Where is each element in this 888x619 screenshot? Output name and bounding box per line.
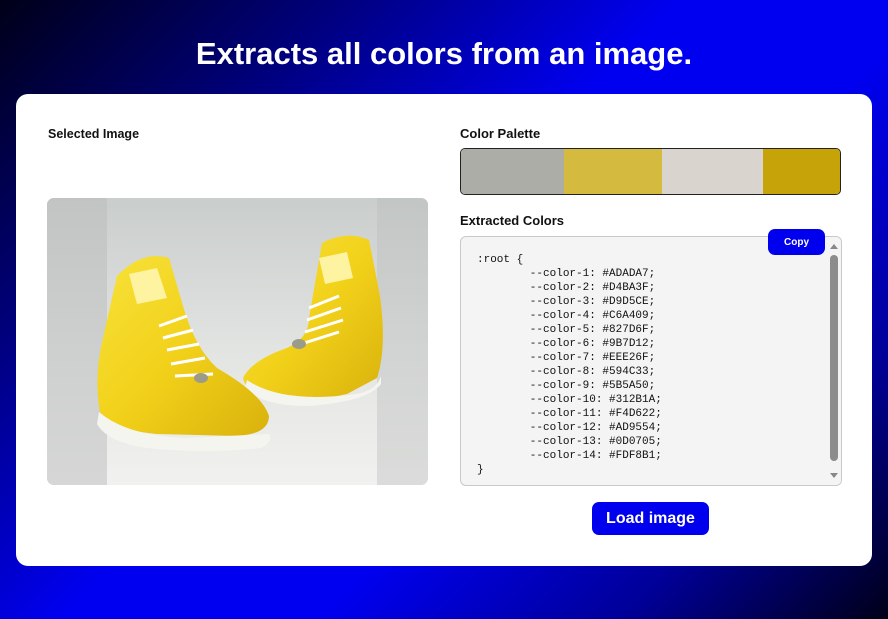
- copy-button[interactable]: Copy: [768, 229, 825, 255]
- selected-image-label: Selected Image: [48, 127, 140, 141]
- code-line: --color-14: #FDF8B1;: [529, 450, 662, 462]
- page-title: Extracts all colors from an image.: [195, 36, 693, 71]
- code-line: --color-6: #9B7D12;: [529, 338, 656, 350]
- code-line: --color-5: #827D6F;: [529, 324, 656, 336]
- code-line: --color-7: #EEE26F;: [529, 352, 656, 364]
- code-variable-lines: --color-1: #ADADA7; --color-2: #D4BA3F; …: [477, 268, 662, 462]
- scroll-down-arrow-icon[interactable]: [830, 473, 838, 478]
- color-palette-label: Color Palette: [460, 126, 541, 141]
- palette-swatch-2: [564, 149, 662, 194]
- extracted-colors-box[interactable]: :root { --color-1: #ADADA7; --color-2: #…: [460, 236, 842, 486]
- code-line: --color-2: #D4BA3F;: [529, 282, 656, 294]
- code-line: --color-1: #ADADA7;: [529, 268, 656, 280]
- code-line: --color-3: #D9D5CE;: [529, 296, 656, 308]
- main-card: Selected Image Color Palette Extracted C…: [16, 94, 872, 566]
- code-close-line: }: [477, 464, 484, 476]
- code-line: --color-12: #AD9554;: [529, 422, 662, 434]
- css-variables-code: :root { --color-1: #ADADA7; --color-2: #…: [477, 253, 662, 477]
- code-line: --color-11: #F4D622;: [529, 408, 662, 420]
- palette-swatch-1: [461, 149, 564, 194]
- code-scrollbar[interactable]: [827, 237, 841, 485]
- code-open-line: :root {: [477, 254, 524, 266]
- color-palette: [460, 148, 841, 195]
- code-line: --color-8: #594C33;: [529, 366, 656, 378]
- code-line: --color-9: #5B5A50;: [529, 380, 656, 392]
- extracted-colors-label: Extracted Colors: [460, 213, 565, 228]
- code-line: --color-13: #0D0705;: [529, 436, 662, 448]
- load-image-button[interactable]: Load image: [592, 502, 709, 535]
- code-line: --color-10: #312B1A;: [529, 394, 662, 406]
- scroll-thumb[interactable]: [830, 255, 838, 461]
- palette-swatch-4: [763, 149, 840, 194]
- selected-image: [47, 198, 428, 485]
- code-line: --color-4: #C6A409;: [529, 310, 656, 322]
- shoes-photo: [47, 198, 428, 485]
- scroll-up-arrow-icon[interactable]: [830, 244, 838, 249]
- palette-swatch-3: [662, 149, 763, 194]
